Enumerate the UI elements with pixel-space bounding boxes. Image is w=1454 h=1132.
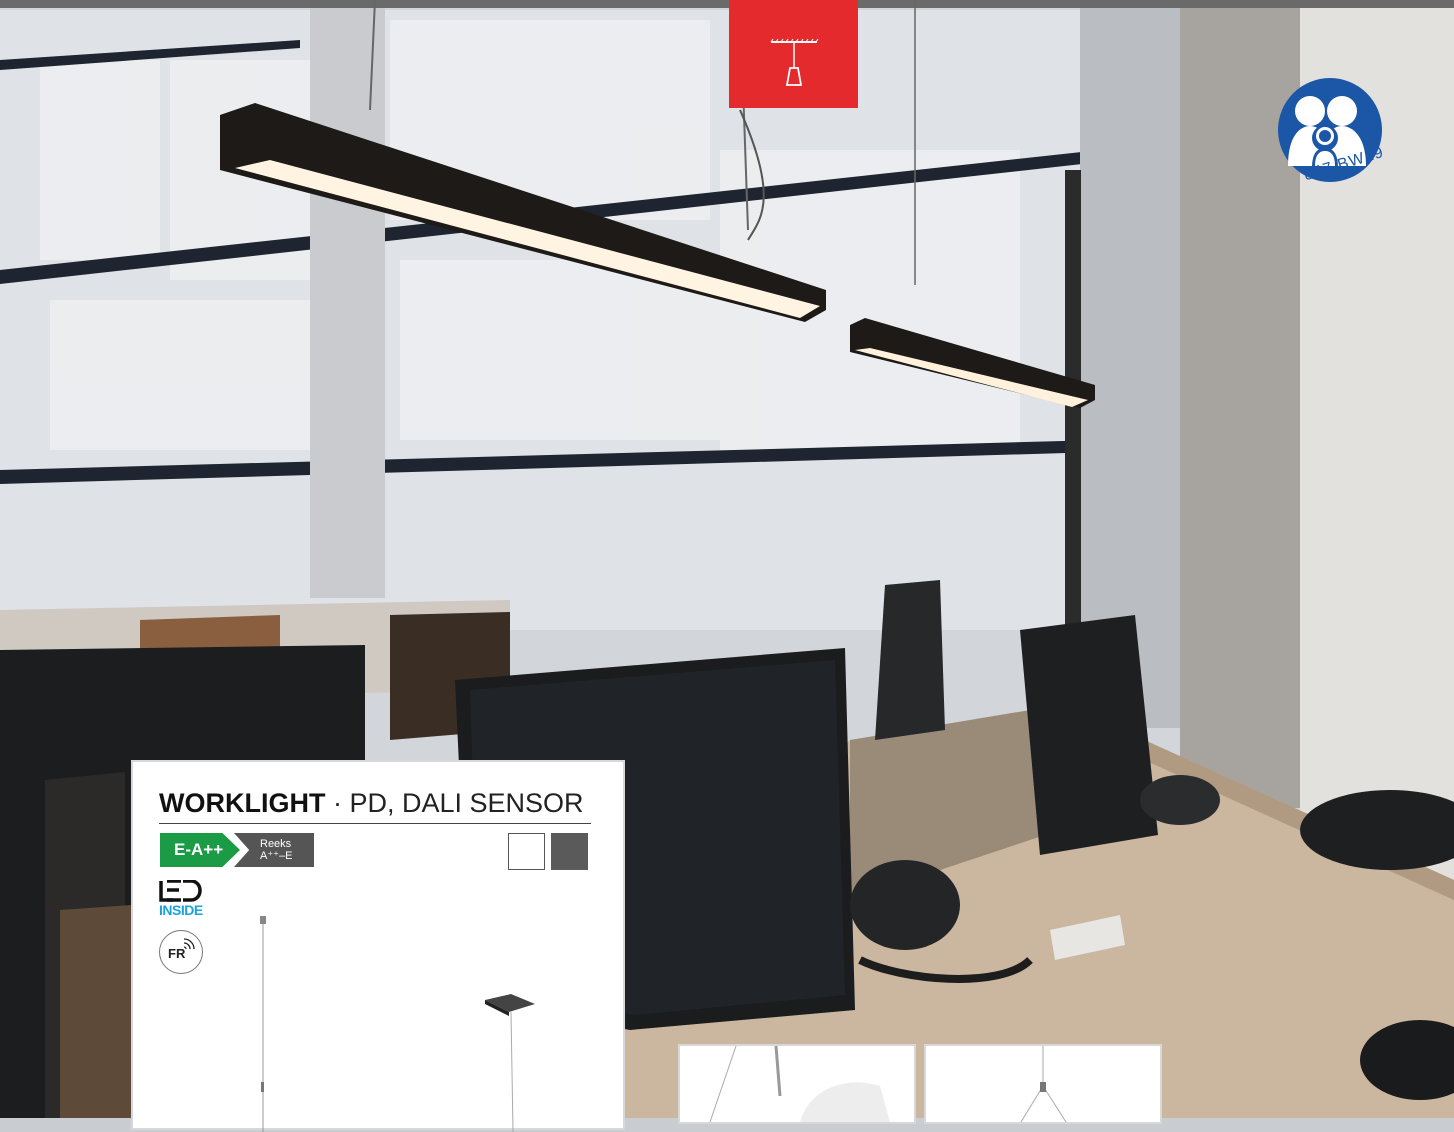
color-swatch-grey	[551, 833, 588, 870]
product-name: WORKLIGHT	[159, 788, 326, 818]
family-icon	[1278, 78, 1382, 182]
thumbnail-white-variant	[678, 1044, 916, 1124]
remote-control-icon: FR	[159, 930, 203, 974]
thumbnail-grey-variant	[924, 1044, 1162, 1124]
grey-luminaire-thumbnail	[1020, 1046, 1067, 1123]
product-info-card: WORKLIGHT · PD, DALI SENSOR Reeks A⁺⁺–E …	[131, 760, 625, 1132]
ceiling-mount-tab	[729, 0, 858, 108]
color-swatch-white	[508, 833, 545, 870]
family-certification-badge	[1270, 78, 1410, 218]
pendant-product-drawing	[260, 916, 535, 1132]
title-divider	[159, 823, 591, 824]
led-inside-label: INSIDE	[159, 902, 203, 918]
ceiling-pendant-icon	[770, 38, 819, 86]
white-luminaire-thumbnail	[709, 1045, 890, 1123]
wireless-signal-icon	[183, 938, 195, 950]
product-variant: · PD, DALI SENSOR	[325, 788, 584, 818]
energy-range-label: Reeks	[260, 838, 292, 850]
energy-range-value: A⁺⁺–E	[260, 850, 293, 862]
led-icon	[159, 880, 202, 902]
energy-range-tag: Reeks A⁺⁺–E	[234, 833, 314, 867]
energy-class-tag: E-A++	[160, 833, 240, 867]
product-title: WORKLIGHT · PD, DALI SENSOR	[159, 788, 584, 819]
